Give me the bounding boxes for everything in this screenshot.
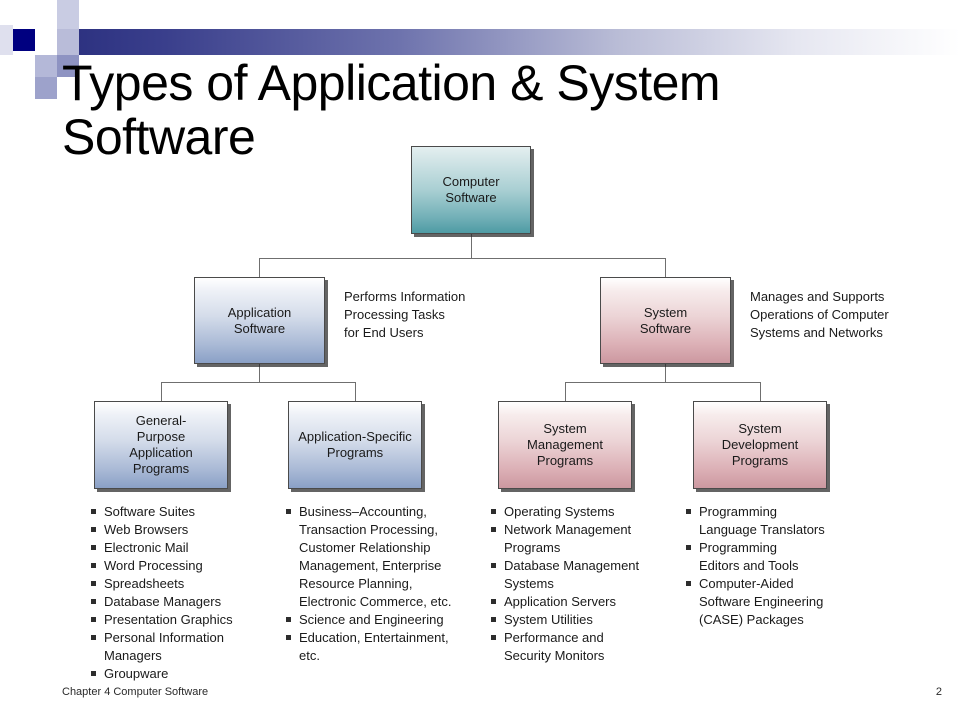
list-item: Groupware <box>91 665 276 683</box>
list-item: Programming Editors and Tools <box>686 539 886 575</box>
node-application-specific-programs[interactable]: Application-Specific Programs <box>288 401 422 489</box>
footer-chapter-label: Chapter 4 Computer Software <box>62 686 209 698</box>
list-item: Education, Entertainment, etc. <box>286 629 486 665</box>
node-general-purpose-label: General- Purpose Application Programs <box>129 413 193 476</box>
node-general-purpose-application-programs[interactable]: General- Purpose Application Programs <box>94 401 228 489</box>
footer-page-number: 2 <box>935 686 942 698</box>
caption-system-software: Manages and Supports Operations of Compu… <box>750 289 889 340</box>
connector-root-to-application <box>259 258 260 277</box>
node-system-management-programs[interactable]: System Management Programs <box>498 401 632 489</box>
list-item: Programming Language Translators <box>686 503 886 539</box>
node-computer-software[interactable]: Computer Software <box>411 146 531 234</box>
caption-application-software: Performs Information Processing Tasks fo… <box>344 289 466 340</box>
list-item: Personal Information Managers <box>91 629 276 665</box>
connector-application-stem <box>259 364 260 382</box>
list-item: Database Management Systems <box>491 557 681 593</box>
list-item: Database Managers <box>91 593 276 611</box>
connector-application-to-general-purpose <box>161 382 162 401</box>
node-system-software[interactable]: System Software <box>600 277 731 364</box>
connector-system-crossbar <box>565 382 760 383</box>
connector-application-crossbar <box>161 382 356 383</box>
list-item: Operating Systems <box>491 503 681 521</box>
node-system-development-programs[interactable]: System Development Programs <box>693 401 827 489</box>
connector-system-stem <box>665 364 666 382</box>
connector-system-to-development <box>760 382 761 401</box>
connector-application-to-app-specific <box>355 382 356 401</box>
connector-system-to-management <box>565 382 566 401</box>
list-item: Application Servers <box>491 593 681 611</box>
node-system-management-label: System Management Programs <box>527 421 603 468</box>
node-application-software-label: Application Software <box>227 304 292 336</box>
software-taxonomy-diagram: Computer Software Application Software P… <box>0 0 960 700</box>
list-item: Network Management Programs <box>491 521 681 557</box>
list-item: Presentation Graphics <box>91 611 276 629</box>
slide-canvas: Types of Application & System Software C… <box>0 0 960 720</box>
node-application-specific-label: Application-Specific Programs <box>298 429 412 460</box>
list-item: Science and Engineering <box>286 611 486 629</box>
connector-root-to-system <box>665 258 666 277</box>
node-system-development-label: System Development Programs <box>721 421 799 468</box>
list-item: Web Browsers <box>91 521 276 539</box>
list-item: Business–Accounting, Transaction Process… <box>286 503 486 611</box>
list-item: Computer-Aided Software Engineering (CAS… <box>686 575 886 629</box>
list-system-development-examples: Programming Language Translators Program… <box>686 503 886 629</box>
connector-root-crossbar <box>259 258 666 259</box>
connector-root-stem <box>471 234 472 258</box>
list-item: System Utilities <box>491 611 681 629</box>
list-general-purpose-examples: Software Suites Web Browsers Electronic … <box>91 503 276 683</box>
list-item: Spreadsheets <box>91 575 276 593</box>
node-computer-software-label: Computer Software <box>442 174 500 205</box>
list-item: Software Suites <box>91 503 276 521</box>
list-application-specific-examples: Business–Accounting, Transaction Process… <box>286 503 486 665</box>
list-system-management-examples: Operating Systems Network Management Pro… <box>491 503 681 665</box>
list-item: Performance and Security Monitors <box>491 629 681 665</box>
node-system-software-label: System Software <box>639 304 692 336</box>
list-item: Word Processing <box>91 557 276 575</box>
list-item: Electronic Mail <box>91 539 276 557</box>
node-application-software[interactable]: Application Software <box>194 277 325 364</box>
